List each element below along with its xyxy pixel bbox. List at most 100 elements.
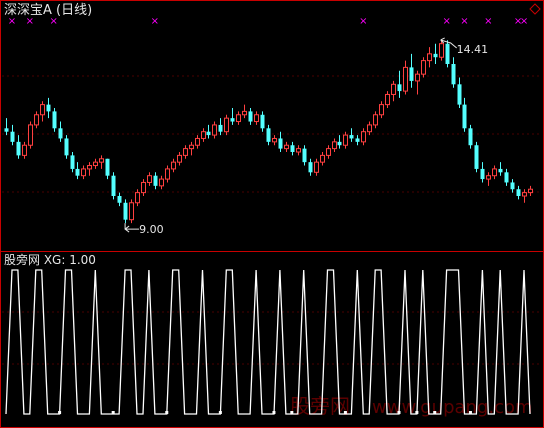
candle	[40, 101, 45, 122]
candle	[403, 60, 408, 95]
candle	[486, 172, 491, 186]
candle	[320, 152, 325, 166]
candle	[415, 70, 420, 95]
xg-signal-series	[5, 269, 531, 415]
candle	[129, 199, 134, 224]
candle	[93, 158, 98, 169]
candle-body	[46, 104, 51, 112]
candle-body	[70, 155, 75, 169]
candle	[201, 128, 206, 142]
candle-body	[284, 144, 289, 150]
candle	[236, 111, 241, 125]
candle-body	[260, 114, 265, 129]
candle-body	[326, 148, 331, 156]
signal-marker-icon: ×	[442, 16, 450, 27]
low-label: 9.00	[139, 223, 164, 236]
indicator-panel-title: 股旁网 XG: 1.00	[4, 252, 96, 267]
candle-body	[337, 141, 342, 146]
candle-body	[367, 124, 372, 133]
candle	[278, 131, 283, 152]
candle-body	[189, 144, 194, 150]
candle	[22, 141, 27, 159]
candle	[290, 141, 295, 156]
candle	[474, 141, 479, 173]
candle-body	[397, 84, 402, 92]
candle-body	[373, 114, 378, 126]
signal-base-point	[415, 411, 419, 414]
candle	[272, 135, 277, 146]
signal-base-point	[397, 411, 401, 414]
candle-body	[16, 141, 21, 156]
candle-body	[58, 128, 63, 139]
signal-base-point	[272, 411, 276, 414]
signal-marker-icon: ×	[520, 16, 528, 27]
candle-body	[379, 104, 384, 116]
candle	[99, 155, 104, 169]
candle-body	[343, 134, 348, 146]
candle-body	[147, 175, 152, 183]
candle-body	[445, 43, 450, 64]
candle-body	[171, 161, 176, 170]
candle	[302, 145, 307, 166]
candle-body	[427, 53, 432, 62]
candle	[361, 128, 366, 146]
candle-body	[242, 110, 247, 116]
candle-body	[433, 53, 438, 58]
candle	[147, 172, 152, 186]
low-annotation: 9.00	[124, 223, 164, 236]
candle-body	[34, 114, 39, 126]
candle	[123, 199, 128, 224]
candle-body	[81, 168, 86, 177]
candle-body	[474, 145, 479, 169]
candle	[480, 162, 485, 183]
candle	[332, 138, 337, 152]
candle-body	[28, 124, 33, 146]
candle	[153, 172, 158, 190]
signal-base-point	[290, 411, 294, 414]
candle-body	[153, 175, 158, 186]
candle	[58, 121, 63, 142]
candle	[212, 121, 217, 139]
candle-body	[332, 141, 337, 150]
candle	[445, 40, 450, 68]
candle	[391, 80, 396, 102]
candle	[70, 152, 75, 173]
high-label: 14.41	[457, 43, 489, 56]
candle	[105, 158, 110, 180]
diamond-icon[interactable]	[529, 3, 541, 15]
candle	[308, 158, 313, 176]
candle	[397, 70, 402, 98]
candle	[421, 57, 426, 78]
candle-body	[195, 137, 200, 146]
candle	[373, 111, 378, 129]
signal-base-point	[218, 411, 222, 414]
candle-body	[409, 67, 414, 81]
candle-body	[141, 181, 146, 194]
candle	[439, 39, 444, 61]
candle	[171, 158, 176, 173]
candle	[516, 185, 521, 200]
candle	[177, 152, 182, 166]
candle-body	[504, 172, 509, 183]
candle-body	[528, 188, 533, 194]
candle	[87, 162, 92, 176]
candle	[183, 145, 188, 159]
candle-body	[457, 84, 462, 105]
candle-body	[486, 175, 491, 180]
candle-body	[272, 137, 277, 143]
candle	[367, 121, 372, 136]
candle-body	[87, 165, 92, 170]
candle-body	[391, 83, 396, 95]
signal-base-point	[111, 411, 115, 414]
candle	[433, 43, 438, 64]
candle-body	[302, 148, 307, 163]
signal-marker-icon: ×	[484, 16, 492, 27]
candle	[189, 141, 194, 156]
candle	[468, 124, 473, 149]
candle	[337, 135, 342, 149]
candle-body	[212, 124, 217, 136]
signal-base-point	[58, 411, 62, 414]
candle-body	[123, 202, 128, 220]
candle-body	[183, 148, 188, 156]
candle-body	[415, 73, 420, 82]
